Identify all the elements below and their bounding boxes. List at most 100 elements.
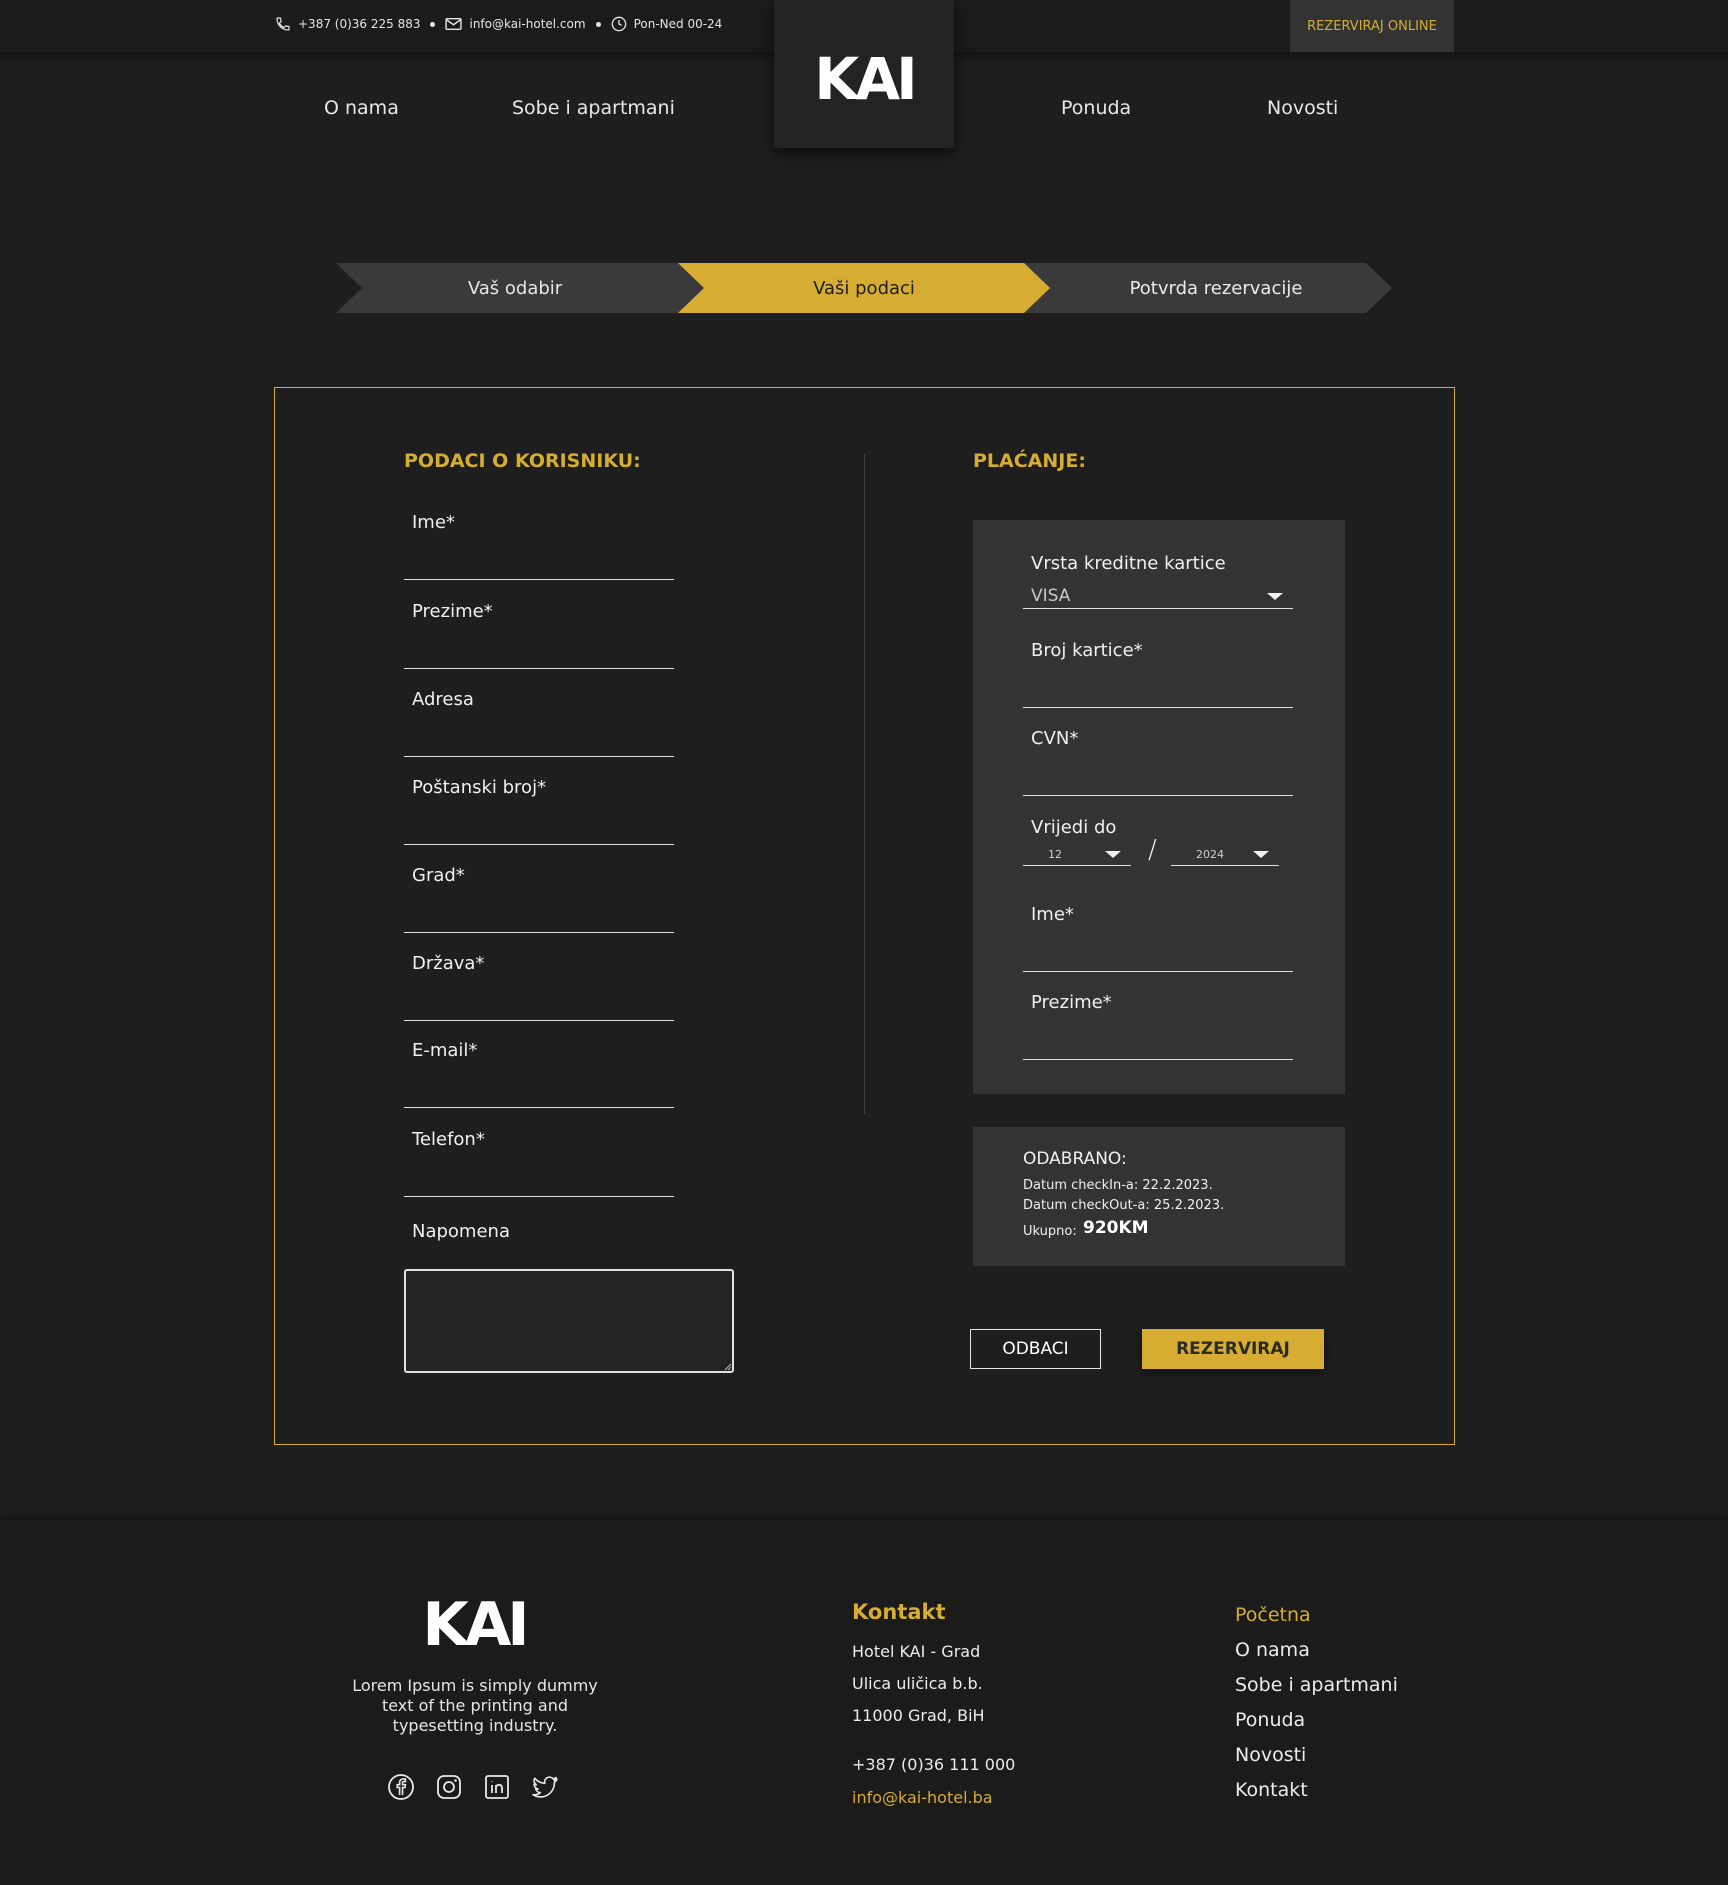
- contact-city: 11000 Grad, BiH: [852, 1706, 985, 1725]
- cardholder-last-name-input[interactable]: [1031, 1029, 1289, 1057]
- country-input[interactable]: [412, 990, 670, 1018]
- last-name-label: Prezime*: [412, 601, 493, 622]
- first-name-label: Ime*: [412, 512, 455, 533]
- caret-down-icon[interactable]: [1105, 851, 1121, 858]
- footer-description: Lorem Ipsum is simply dummy text of the …: [352, 1676, 598, 1735]
- social-links: [386, 1772, 578, 1802]
- contact-info-bar: +387 (0)36 225 883 info@kai-hotel.com Po…: [275, 16, 722, 32]
- first-name-input[interactable]: [412, 549, 670, 577]
- address-input[interactable]: [412, 726, 670, 754]
- cardholder-first-name-input[interactable]: [1031, 941, 1289, 969]
- nav-item-novosti[interactable]: Novosti: [1267, 97, 1338, 119]
- payment-title: PLAĆANJE:: [973, 450, 1086, 472]
- expiry-year-value: 2024: [1196, 848, 1224, 861]
- address-field[interactable]: Adresa: [404, 689, 674, 757]
- email-input[interactable]: [412, 1077, 670, 1105]
- phone-label: Telefon*: [412, 1129, 485, 1150]
- nav-item-sobe-i-apartmani[interactable]: Sobe i apartmani: [512, 97, 675, 119]
- footer-menu-novosti[interactable]: Novosti: [1235, 1744, 1398, 1779]
- reserve-button[interactable]: REZERVIRAJ: [1142, 1329, 1324, 1369]
- card-number-field[interactable]: Broj kartice*: [1023, 640, 1293, 708]
- twitter-icon[interactable]: [530, 1772, 560, 1802]
- phone-field[interactable]: Telefon*: [404, 1129, 674, 1197]
- footer: KAI Lorem Ipsum is simply dummy text of …: [0, 1520, 1728, 1885]
- phone-info[interactable]: +387 (0)36 225 883: [275, 16, 420, 32]
- card-number-input[interactable]: [1031, 677, 1289, 705]
- last-name-input[interactable]: [412, 638, 670, 666]
- instagram-icon[interactable]: [434, 1772, 464, 1802]
- footer-logo-text: KAI: [422, 1590, 529, 1660]
- postal-code-input[interactable]: [412, 814, 670, 842]
- checkin-date: Datum checkIn-a: 22.2.2023.: [1023, 1178, 1213, 1193]
- footer-menu-ponuda[interactable]: Ponuda: [1235, 1709, 1398, 1744]
- note-label: Napomena: [412, 1221, 510, 1242]
- column-divider: [864, 454, 865, 1114]
- cardholder-last-name-field[interactable]: Prezime*: [1023, 992, 1293, 1060]
- email-text: info@kai-hotel.com: [469, 17, 586, 31]
- email-field[interactable]: E-mail*: [404, 1040, 674, 1108]
- last-name-field[interactable]: Prezime*: [404, 601, 674, 669]
- separator-dot: [595, 21, 601, 27]
- booking-form-card: PODACI O KORISNIKU: Ime* Prezime* Adresa…: [274, 387, 1455, 1445]
- contact-title: Kontakt: [852, 1600, 946, 1624]
- expiry-month-select[interactable]: 12: [1023, 840, 1131, 866]
- city-input[interactable]: [412, 902, 670, 930]
- user-details-title: PODACI O KORISNIKU:: [404, 450, 641, 472]
- step-vasi-podaci-active[interactable]: Vaši podaci: [678, 263, 1050, 313]
- card-type-select[interactable]: Vrsta kreditne kartice VISA: [1023, 553, 1293, 609]
- booking-summary: ODABRANO: Datum checkIn-a: 22.2.2023. Da…: [973, 1127, 1345, 1266]
- contact-email-link[interactable]: info@kai-hotel.ba: [852, 1788, 993, 1807]
- cardholder-first-name-field[interactable]: Ime*: [1023, 904, 1293, 972]
- city-field[interactable]: Grad*: [404, 865, 674, 933]
- footer-menu-sobe-i-apartmani[interactable]: Sobe i apartmani: [1235, 1674, 1398, 1709]
- total-label: Ukupno:: [1023, 1224, 1077, 1239]
- resize-grip-icon[interactable]: [724, 1363, 732, 1371]
- caret-down-icon[interactable]: [1253, 851, 1269, 858]
- facebook-icon[interactable]: [386, 1772, 416, 1802]
- header-logo[interactable]: KAI: [774, 0, 954, 148]
- cvn-field[interactable]: CVN*: [1023, 728, 1293, 796]
- footer-menu-kontakt[interactable]: Kontakt: [1235, 1779, 1398, 1814]
- country-field[interactable]: Država*: [404, 953, 674, 1021]
- email-label: E-mail*: [412, 1040, 478, 1061]
- postal-code-field[interactable]: Poštanski broj*: [404, 777, 674, 845]
- phone-text: +387 (0)36 225 883: [298, 17, 421, 31]
- linkedin-icon[interactable]: [482, 1772, 512, 1802]
- note-textarea[interactable]: [404, 1269, 734, 1373]
- card-number-label: Broj kartice*: [1031, 640, 1143, 661]
- caret-down-icon[interactable]: [1267, 593, 1283, 600]
- phone-icon: [276, 17, 290, 31]
- step-potvrda-rezervacije[interactable]: Potvrda rezervacije: [1020, 263, 1392, 313]
- expiry-year-select[interactable]: 2024: [1171, 840, 1279, 866]
- card-type-value: VISA: [1031, 586, 1071, 606]
- cardholder-last-name-label: Prezime*: [1031, 992, 1112, 1013]
- email-info[interactable]: info@kai-hotel.com: [445, 17, 586, 31]
- contact-phone[interactable]: +387 (0)36 111 000: [852, 1755, 1015, 1774]
- book-online-button[interactable]: REZERVIRAJ ONLINE: [1290, 0, 1454, 52]
- postal-code-label: Poštanski broj*: [412, 777, 547, 798]
- total-value: 920KM: [1083, 1218, 1149, 1238]
- logo-text: KAI: [814, 45, 917, 113]
- first-name-field[interactable]: Ime*: [404, 512, 674, 580]
- expiry-separator: /: [1148, 835, 1157, 865]
- country-label: Država*: [412, 953, 485, 974]
- booking-steps: Vaš odabir Vaši podaci Potvrda rezervaci…: [336, 263, 1392, 313]
- step-vas-odabir[interactable]: Vaš odabir: [336, 263, 706, 313]
- hours-info: Pon-Ned 00-24: [611, 16, 722, 32]
- cardholder-first-name-label: Ime*: [1031, 904, 1074, 925]
- nav-item-o-nama[interactable]: O nama: [324, 97, 399, 119]
- city-label: Grad*: [412, 865, 465, 886]
- footer-menu-pocetna[interactable]: Početna: [1235, 1604, 1398, 1639]
- clock-icon: [611, 16, 626, 32]
- address-label: Adresa: [412, 689, 474, 710]
- nav-item-ponuda[interactable]: Ponuda: [1061, 97, 1131, 119]
- payment-panel: Vrsta kreditne kartice VISA Broj kartice…: [973, 520, 1345, 1094]
- footer-menu: Početna O nama Sobe i apartmani Ponuda N…: [1235, 1604, 1398, 1814]
- cvn-input[interactable]: [1031, 765, 1289, 793]
- mail-icon: [445, 17, 463, 31]
- cancel-button[interactable]: ODBACI: [970, 1329, 1101, 1369]
- footer-logo[interactable]: KAI: [414, 1590, 534, 1660]
- footer-menu-o-nama[interactable]: O nama: [1235, 1639, 1398, 1674]
- phone-input[interactable]: [412, 1166, 670, 1194]
- cvn-label: CVN*: [1031, 728, 1079, 749]
